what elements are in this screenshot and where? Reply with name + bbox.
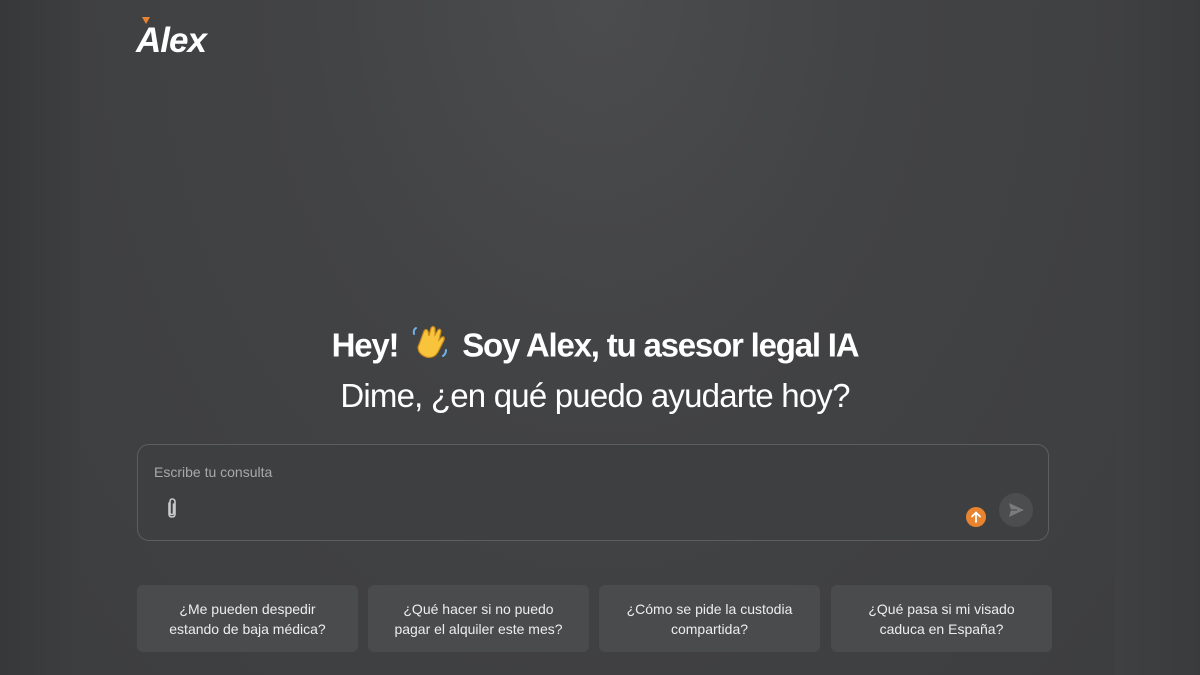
logo-text: Alex — [136, 17, 207, 58]
waving-hand-icon — [410, 322, 450, 374]
suggestion-chip-rent-payment[interactable]: ¿Qué hacer si no puedo pagar el alquiler… — [368, 585, 589, 652]
query-composer[interactable]: Escribe tu consulta — [137, 444, 1049, 541]
query-input[interactable]: Escribe tu consulta — [154, 464, 272, 480]
arrow-up-icon[interactable] — [966, 507, 986, 527]
suggestion-chip-sick-leave-dismissal[interactable]: ¿Me pueden despedir estando de baja médi… — [137, 585, 358, 652]
paperclip-icon[interactable] — [162, 497, 182, 521]
alex-logo[interactable]: Alex — [136, 14, 207, 58]
suggestion-chip-shared-custody[interactable]: ¿Cómo se pide la custodia compartida? — [599, 585, 820, 652]
hero-section: Hey! Soy Alex, tu asesor legal IA Dime, … — [0, 322, 1190, 418]
logo-accent-mark — [142, 17, 150, 24]
hero-subtitle: Dime, ¿en qué puedo ayudarte hoy? — [340, 377, 850, 414]
send-icon[interactable] — [999, 493, 1033, 527]
hero-title: Hey! Soy Alex, tu asesor legal IA — [0, 322, 1190, 374]
suggestion-chip-visa-expiry[interactable]: ¿Qué pasa si mi visado caduca en España? — [831, 585, 1052, 652]
